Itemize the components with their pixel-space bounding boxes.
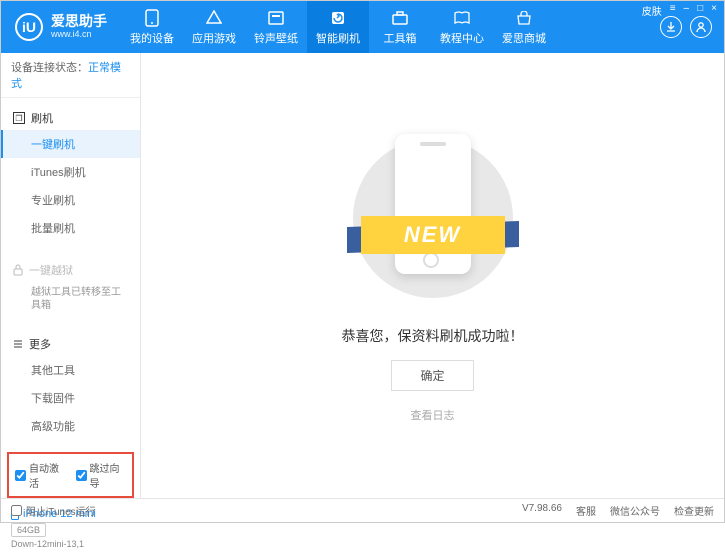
sidebar-item-itunes[interactable]: iTunes刷机 xyxy=(1,158,140,186)
main-panel: NEW 恭喜您，保资料刷机成功啦！ 确定 查看日志 xyxy=(141,53,724,498)
nav-ringtones[interactable]: 铃声壁纸 xyxy=(245,1,307,53)
device-model: Down-12mini-13,1 xyxy=(11,539,130,549)
nav-toolbox[interactable]: 工具箱 xyxy=(369,1,431,53)
main-nav: 我的设备 应用游戏 铃声壁纸 智能刷机 工具箱 教程中心 爱思商城 xyxy=(121,1,660,53)
nav-flash[interactable]: 智能刷机 xyxy=(307,1,369,53)
skin-button[interactable]: 皮肤 xyxy=(642,3,662,18)
hamburger-icon xyxy=(13,339,23,349)
apps-icon xyxy=(205,9,223,27)
jailbreak-note: 越狱工具已转移至工具箱 xyxy=(1,282,140,316)
flash-icon xyxy=(329,9,347,27)
app-name: 爱思助手 xyxy=(51,14,107,29)
sidebar-item-firmware[interactable]: 下载固件 xyxy=(1,384,140,412)
update-link[interactable]: 检查更新 xyxy=(674,503,714,518)
app-url: www.i4.cn xyxy=(51,30,107,40)
account-button[interactable] xyxy=(690,16,712,38)
logo-icon: iU xyxy=(15,13,43,41)
sidebar-item-batch[interactable]: 批量刷机 xyxy=(1,214,140,242)
view-log-link[interactable]: 查看日志 xyxy=(411,407,455,423)
sidebar-group-more[interactable]: 更多 xyxy=(1,332,140,356)
version-label: V7.98.66 xyxy=(522,503,562,518)
header: iU 爱思助手 www.i4.cn 我的设备 应用游戏 铃声壁纸 智能刷机 工具… xyxy=(1,1,724,53)
sidebar-item-oneclick[interactable]: 一键刷机 xyxy=(1,130,140,158)
sidebar-item-other[interactable]: 其他工具 xyxy=(1,356,140,384)
storage-badge: 64GB xyxy=(11,523,46,537)
download-button[interactable] xyxy=(660,16,682,38)
skip-guide-checkbox[interactable]: 跳过向导 xyxy=(76,460,127,490)
phone-small-icon: ❐ xyxy=(13,112,25,124)
close-button[interactable]: × xyxy=(711,3,717,18)
sidebar-item-pro[interactable]: 专业刷机 xyxy=(1,186,140,214)
sidebar-group-flash[interactable]: ❐ 刷机 xyxy=(1,106,140,130)
nav-my-device[interactable]: 我的设备 xyxy=(121,1,183,53)
ok-button[interactable]: 确定 xyxy=(391,360,473,391)
support-link[interactable]: 客服 xyxy=(576,503,596,518)
connection-status: 设备连接状态：正常模式 xyxy=(1,53,140,98)
wallpaper-icon xyxy=(267,9,285,27)
success-message: 恭喜您，保资料刷机成功啦！ xyxy=(342,326,524,346)
lock-icon xyxy=(13,264,23,276)
maximize-button[interactable]: □ xyxy=(697,3,703,18)
window-controls: 皮肤 ≡ – □ × xyxy=(642,3,717,18)
auto-activate-checkbox[interactable]: 自动激活 xyxy=(15,460,66,490)
block-itunes-checkbox[interactable]: 阻止iTunes运行 xyxy=(11,503,96,518)
success-illustration: NEW xyxy=(343,128,523,308)
sidebar-item-advanced[interactable]: 高级功能 xyxy=(1,412,140,440)
nav-tutorials[interactable]: 教程中心 xyxy=(431,1,493,53)
logo-area: iU 爱思助手 www.i4.cn xyxy=(1,13,121,41)
nav-store[interactable]: 爱思商城 xyxy=(493,1,555,53)
new-ribbon: NEW xyxy=(361,216,505,254)
book-icon xyxy=(453,9,471,27)
sidebar: 设备连接状态：正常模式 ❐ 刷机 一键刷机 iTunes刷机 专业刷机 批量刷机… xyxy=(1,53,141,498)
wechat-link[interactable]: 微信公众号 xyxy=(610,503,660,518)
store-icon xyxy=(515,9,533,27)
minimize-button[interactable]: – xyxy=(684,3,690,18)
phone-icon xyxy=(143,9,161,27)
sidebar-group-jailbreak: 一键越狱 xyxy=(1,258,140,282)
options-box: 自动激活 跳过向导 xyxy=(7,452,134,498)
toolbox-icon xyxy=(391,9,409,27)
nav-apps[interactable]: 应用游戏 xyxy=(183,1,245,53)
menu-button[interactable]: ≡ xyxy=(670,3,676,18)
